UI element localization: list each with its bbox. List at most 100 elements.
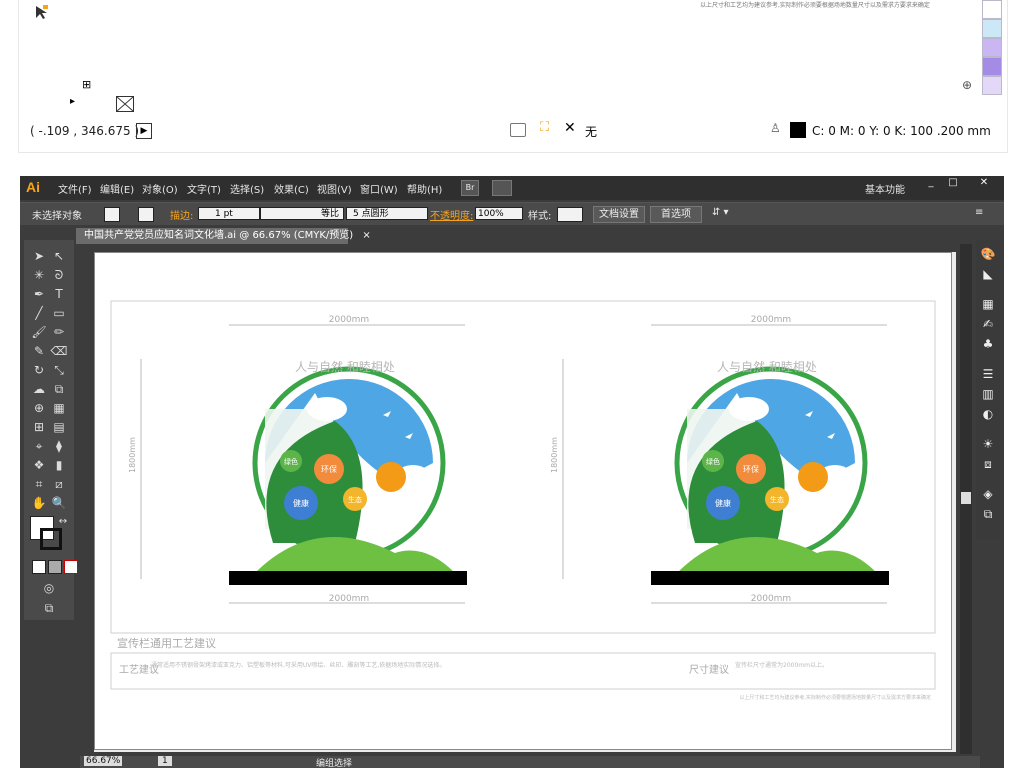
- stroke-weight-field[interactable]: 1 pt: [198, 207, 260, 220]
- width-label: 2000mm: [329, 315, 369, 325]
- slice-tool[interactable]: ⧄: [50, 476, 68, 492]
- workspace-switcher[interactable]: 基本功能: [865, 181, 905, 196]
- menu-view[interactable]: 视图(V): [317, 181, 352, 196]
- paintbrush-tool[interactable]: 🖌: [30, 324, 48, 340]
- arrange-docs-button[interactable]: [492, 180, 512, 196]
- eraser-tool[interactable]: ⌫: [50, 343, 68, 359]
- artboards-panel-icon[interactable]: ⧉: [979, 506, 997, 522]
- maximize-button[interactable]: □: [944, 177, 962, 191]
- color-mode-icon[interactable]: [32, 560, 46, 574]
- blob-brush-tool[interactable]: ✎: [30, 343, 48, 359]
- panel-menu-icon[interactable]: ≡: [975, 207, 983, 218]
- appearance-panel-icon[interactable]: ☀: [979, 436, 997, 452]
- zoom-tool[interactable]: 🔍: [50, 495, 68, 511]
- page-number[interactable]: 1: [158, 756, 172, 766]
- stroke-swatch[interactable]: [40, 528, 62, 550]
- zoom-icon[interactable]: ⊕: [962, 78, 972, 92]
- selection-tool-icon[interactable]: [34, 4, 50, 20]
- arrange-icon[interactable]: ⇵ ▾: [712, 207, 729, 218]
- swap-colors-icon[interactable]: ↔: [54, 514, 72, 530]
- mesh-tool[interactable]: ⊞: [30, 419, 48, 435]
- stroke-profile-select[interactable]: 等比: [260, 207, 344, 220]
- symbols-panel-icon[interactable]: ♣: [979, 336, 997, 352]
- direct-select-icon[interactable]: ▸: [70, 96, 75, 107]
- menu-select[interactable]: 选择(S): [230, 181, 264, 196]
- stroke-color-box[interactable]: [138, 207, 154, 222]
- swatch[interactable]: [982, 0, 1002, 19]
- tab-close-icon[interactable]: ×: [362, 230, 370, 241]
- none-mode-icon[interactable]: [64, 560, 78, 574]
- color-panel-icon[interactable]: 🎨: [979, 246, 997, 262]
- draw-mode-icon[interactable]: ◎: [40, 580, 58, 596]
- gradient-mode-icon[interactable]: [48, 560, 62, 574]
- fill-none-icon[interactable]: ✕: [564, 120, 576, 136]
- right-panel-art: 2000mm 1800mm 绿色 环保 健康 生态 2000mm 人与自然 和睦…: [550, 315, 889, 604]
- swatches-panel-icon[interactable]: ▦: [979, 296, 997, 312]
- gradient-panel-icon[interactable]: ▥: [979, 386, 997, 402]
- menu-object[interactable]: 对象(O): [142, 181, 178, 196]
- swatch[interactable]: [982, 38, 1002, 57]
- canvas-area[interactable]: 2000mm 1800mm 绿色 环保 健康 生态 2000mm 人与自然 和睦…: [94, 252, 956, 752]
- blend-tool[interactable]: ⧫: [50, 438, 68, 454]
- rectangle-tool[interactable]: ▭: [50, 305, 68, 321]
- symbol-sprayer-tool[interactable]: ❖: [30, 457, 48, 473]
- pencil-tool[interactable]: ✏: [50, 324, 68, 340]
- swatch[interactable]: [982, 57, 1002, 76]
- graph-tool[interactable]: ▮: [50, 457, 68, 473]
- color-swatch-black[interactable]: [790, 122, 806, 138]
- menu-edit[interactable]: 编辑(E): [100, 181, 134, 196]
- bridge-button[interactable]: Br: [461, 180, 479, 196]
- brush-select[interactable]: 5 点圆形: [346, 207, 428, 220]
- menu-help[interactable]: 帮助(H): [407, 181, 442, 196]
- warp-tool[interactable]: ☁: [30, 381, 48, 397]
- zoom-level[interactable]: 66.67%: [84, 756, 123, 766]
- type-tool[interactable]: T: [50, 286, 68, 302]
- line-tool[interactable]: ╱: [30, 305, 48, 321]
- artboard-tool[interactable]: ⌗: [30, 476, 48, 492]
- transparency-panel-icon[interactable]: ◐: [979, 406, 997, 422]
- add-icon[interactable]: ⊞: [82, 78, 91, 91]
- hand-tool[interactable]: ✋: [30, 495, 48, 511]
- menu-type[interactable]: 文字(T): [187, 181, 221, 196]
- direct-selection-tool[interactable]: ↖: [50, 248, 68, 264]
- swatch[interactable]: [982, 19, 1002, 38]
- menu-window[interactable]: 窗口(W): [360, 181, 398, 196]
- shape-builder-tool[interactable]: ⊕: [30, 400, 48, 416]
- eyedropper-tool[interactable]: ⌖: [30, 438, 48, 454]
- screen-mode-icon[interactable]: [510, 123, 526, 137]
- preferences-button[interactable]: 首选项: [650, 206, 702, 223]
- style-box[interactable]: [557, 207, 583, 222]
- free-transform-tool[interactable]: ⧉: [50, 381, 68, 397]
- rotate-tool[interactable]: ↻: [30, 362, 48, 378]
- magic-wand-tool[interactable]: ✳: [30, 267, 48, 283]
- play-button[interactable]: ▶: [136, 123, 152, 139]
- close-button[interactable]: ✕: [972, 177, 996, 191]
- minimize-button[interactable]: _: [922, 177, 940, 191]
- selection-tool[interactable]: ➤: [30, 248, 48, 264]
- ink-icon[interactable]: ♙: [770, 121, 781, 135]
- menu-file[interactable]: 文件(F): [58, 181, 92, 196]
- swatch[interactable]: [982, 76, 1002, 95]
- graphic-styles-icon[interactable]: ⧈: [979, 456, 997, 472]
- vertical-scrollbar[interactable]: [960, 244, 972, 754]
- brushes-panel-icon[interactable]: ✍: [979, 316, 997, 332]
- lasso-tool[interactable]: ᘐ: [50, 267, 68, 283]
- document-settings-button[interactable]: 文档设置: [593, 206, 645, 223]
- color-guide-icon[interactable]: ◣: [979, 266, 997, 282]
- screen-mode-button[interactable]: ⧉: [40, 600, 58, 616]
- perspective-tool[interactable]: ▦: [50, 400, 68, 416]
- document-tab[interactable]: 中国共产党党员应知名词文化墙.ai @ 66.67% (CMYK/预览) ×: [76, 228, 371, 244]
- svg-text:生态: 生态: [770, 495, 784, 504]
- fill-color-box[interactable]: [104, 207, 120, 222]
- menu-effect[interactable]: 效果(C): [274, 181, 309, 196]
- fill-bucket-icon[interactable]: ⛶: [540, 120, 549, 135]
- scroll-thumb[interactable]: [961, 492, 971, 504]
- pen-tool[interactable]: ✒: [30, 286, 48, 302]
- layers-panel-icon[interactable]: ◈: [979, 486, 997, 502]
- gradient-tool[interactable]: ▤: [50, 419, 68, 435]
- right-panel-dock: 🎨 ◣ ▦ ✍ ♣ ☰ ▥ ◐ ☀ ⧈ ◈ ⧉: [976, 240, 1000, 540]
- opacity-field[interactable]: 100%: [475, 207, 523, 220]
- stroke-panel-icon[interactable]: ☰: [979, 366, 997, 382]
- none-box-icon[interactable]: [116, 96, 134, 112]
- scale-tool[interactable]: ⤡: [50, 362, 68, 378]
